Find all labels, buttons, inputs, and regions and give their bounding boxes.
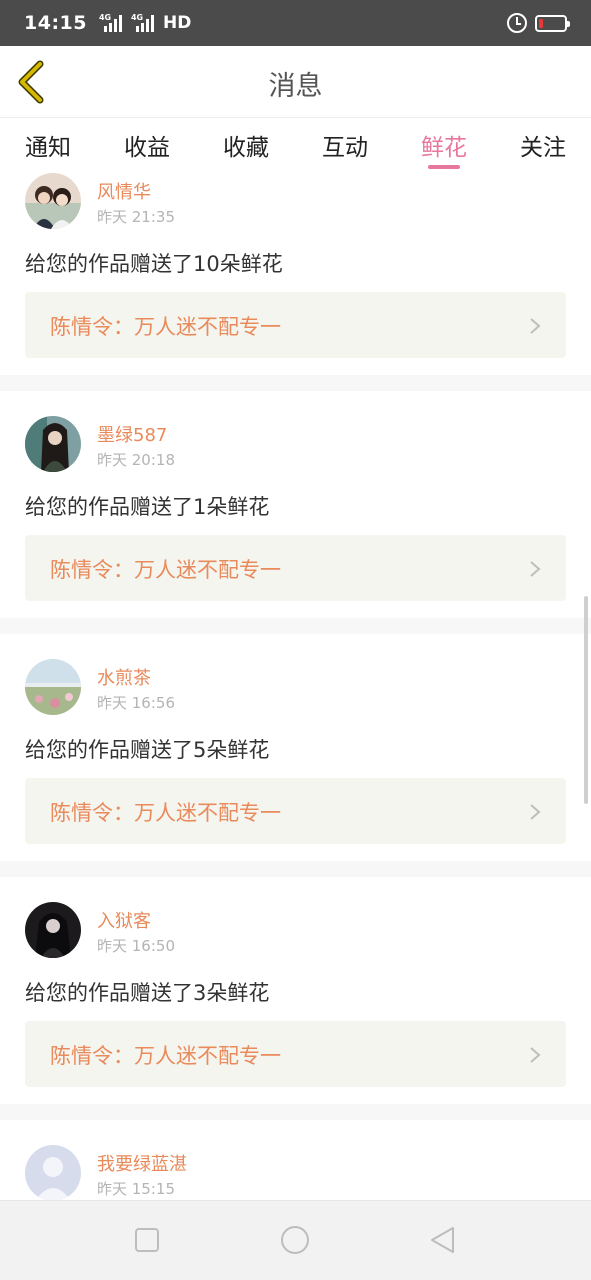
user-avatar-icon[interactable] [25,416,81,472]
list-item: 风情华 昨天 21:35 给您的作品赠送了10朵鲜花 陈情令：万人迷不配专一 [0,172,591,375]
recent-apps-icon [135,1228,159,1252]
chevron-right-icon [530,561,541,577]
timestamp: 昨天 16:50 [97,937,175,955]
message-text: 给您的作品赠送了3朵鲜花 [25,981,270,1005]
work-link[interactable]: 陈情令：万人迷不配专一 [25,535,566,601]
tab-notifications[interactable]: 通知 [25,128,71,162]
home-icon [281,1226,309,1254]
tab-earnings[interactable]: 收益 [124,128,170,162]
timestamp: 昨天 16:56 [97,694,175,712]
list-item: 墨绿587 昨天 20:18 给您的作品赠送了1朵鲜花 陈情令：万人迷不配专一 [0,391,591,618]
status-right [507,13,570,33]
back-nav-button[interactable] [426,1223,460,1257]
message-text: 给您的作品赠送了10朵鲜花 [25,252,283,276]
back-triangle-icon [431,1227,454,1253]
signal-icon: 4G [130,13,157,32]
signal-icon: 4G [98,13,125,32]
username[interactable]: 入狱客 [97,907,151,933]
user-avatar-icon[interactable] [25,173,81,229]
chevron-right-icon [530,1047,541,1063]
work-link[interactable]: 陈情令：万人迷不配专一 [25,778,566,844]
tab-bar: 通知 收益 收藏 互动 鲜花 关注 [0,118,591,172]
tab-interactions[interactable]: 互动 [322,128,368,162]
list-item: 入狱客 昨天 16:50 给您的作品赠送了3朵鲜花 陈情令：万人迷不配专一 [0,877,591,1104]
battery-level [539,18,543,28]
alarm-icon [507,13,527,33]
tab-favorites[interactable]: 收藏 [223,128,269,162]
work-link[interactable]: 陈情令：万人迷不配专一 [25,292,566,358]
timestamp: 昨天 21:35 [97,208,175,226]
status-signals: 4G 4G HD [99,13,191,33]
username[interactable]: 风情华 [97,178,151,204]
active-tab-indicator [428,165,460,169]
message-text: 给您的作品赠送了5朵鲜花 [25,738,270,762]
list-item: 水煎茶 昨天 16:56 给您的作品赠送了5朵鲜花 陈情令：万人迷不配专一 [0,634,591,861]
default-avatar-icon[interactable] [25,1145,81,1200]
network-type: 4G [130,13,144,22]
page-title: 消息 [268,71,323,102]
username[interactable]: 我要绿蓝湛 [97,1150,187,1176]
scrollbar[interactable] [584,596,588,804]
timestamp: 昨天 20:18 [97,451,175,469]
username[interactable]: 墨绿587 [97,421,167,447]
status-bar: 14:15 4G 4G HD [0,0,591,46]
status-time: 14:15 [24,12,87,34]
chevron-right-icon [530,804,541,820]
timestamp: 昨天 15:15 [97,1180,175,1198]
work-link[interactable]: 陈情令：万人迷不配专一 [25,1021,566,1087]
work-title: 陈情令：万人迷不配专一 [50,801,281,825]
tab-following[interactable]: 关注 [520,128,566,162]
network-type: 4G [98,13,112,22]
user-avatar-icon[interactable] [25,659,81,715]
user-avatar-icon[interactable] [25,902,81,958]
work-title: 陈情令：万人迷不配专一 [50,558,281,582]
battery-icon [535,14,570,32]
username[interactable]: 水煎茶 [97,664,151,690]
hd-indicator: HD [162,13,192,33]
top-bar: 消息 [0,46,591,118]
work-title: 陈情令：万人迷不配专一 [50,1044,281,1068]
recent-apps-button[interactable] [130,1223,164,1257]
chevron-right-icon [530,318,541,334]
tab-flowers[interactable]: 鲜花 [421,128,467,162]
list-item: 我要绿蓝湛 昨天 15:15 [0,1120,591,1200]
message-list[interactable]: 风情华 昨天 21:35 给您的作品赠送了10朵鲜花 陈情令：万人迷不配专一 墨… [0,172,591,1200]
system-nav-bar [0,1200,591,1280]
home-button[interactable] [278,1223,312,1257]
work-title: 陈情令：万人迷不配专一 [50,315,281,339]
message-text: 给您的作品赠送了1朵鲜花 [25,495,270,519]
